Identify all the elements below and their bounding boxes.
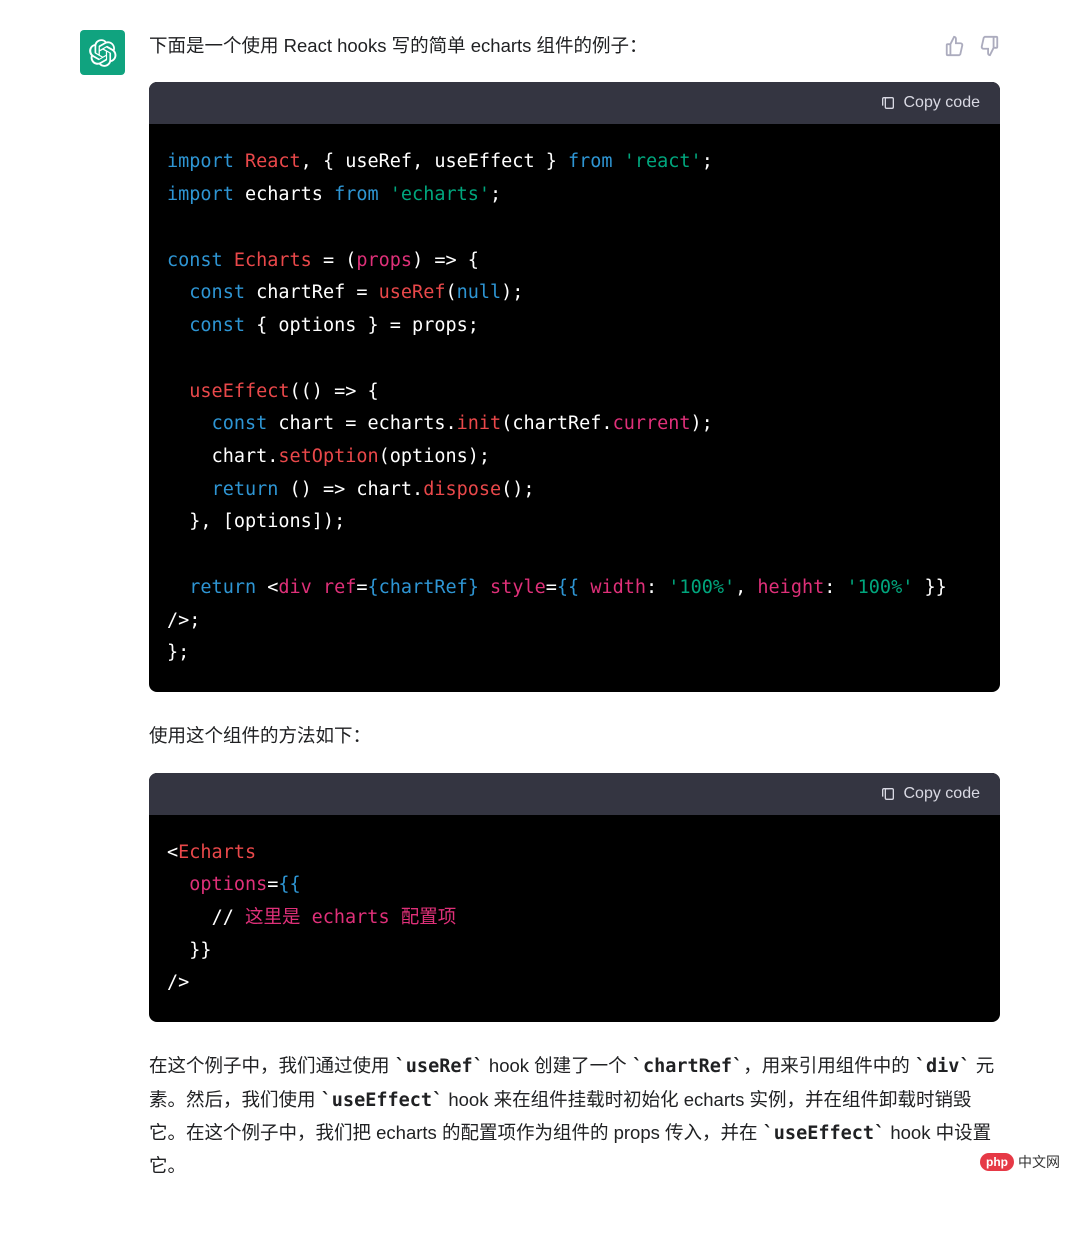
code-content[interactable]: <Echarts options={{ // 这里是 echarts 配置项 }… [149, 815, 1000, 1023]
feedback-actions [944, 35, 1000, 57]
watermark-text: 中文网 [1018, 1152, 1060, 1172]
inline-code: `useEffect` [763, 1123, 886, 1144]
intro-paragraph: 下面是一个使用 React hooks 写的简单 echarts 组件的例子： [149, 30, 1000, 62]
code-header: Copy code [149, 773, 1000, 815]
watermark: php 中文网 [980, 1152, 1060, 1172]
inline-code: `div` [915, 1056, 971, 1077]
explanation-paragraph: 在这个例子中，我们通过使用 `useRef` hook 创建了一个 `chart… [149, 1050, 1000, 1183]
code-block-1: Copy code import React, { useRef, useEff… [149, 82, 1000, 692]
usage-paragraph: 使用这个组件的方法如下： [149, 720, 1000, 752]
thumbs-up-button[interactable] [944, 35, 966, 57]
copy-label: Copy code [904, 785, 981, 803]
code-header: Copy code [149, 82, 1000, 124]
conversation-row: 下面是一个使用 React hooks 写的简单 echarts 组件的例子： … [0, 0, 1080, 1203]
openai-logo-icon [89, 39, 117, 67]
inline-code: `useRef` [395, 1056, 484, 1077]
inline-code: `chartRef` [632, 1056, 743, 1077]
assistant-avatar [80, 30, 125, 75]
clipboard-icon [880, 786, 896, 802]
clipboard-icon [880, 95, 896, 111]
copy-code-button[interactable]: Copy code [880, 785, 981, 803]
thumbs-down-button[interactable] [978, 35, 1000, 57]
copy-code-button[interactable]: Copy code [880, 94, 981, 112]
thumbs-down-icon [978, 35, 1000, 57]
message-content: 下面是一个使用 React hooks 写的简单 echarts 组件的例子： … [149, 30, 1000, 1203]
copy-label: Copy code [904, 94, 981, 112]
inline-code: `useEffect` [321, 1090, 444, 1111]
thumbs-up-icon [944, 35, 966, 57]
code-content[interactable]: import React, { useRef, useEffect } from… [149, 124, 1000, 692]
code-block-2: Copy code <Echarts options={{ // 这里是 ech… [149, 773, 1000, 1023]
php-badge: php [980, 1153, 1014, 1171]
